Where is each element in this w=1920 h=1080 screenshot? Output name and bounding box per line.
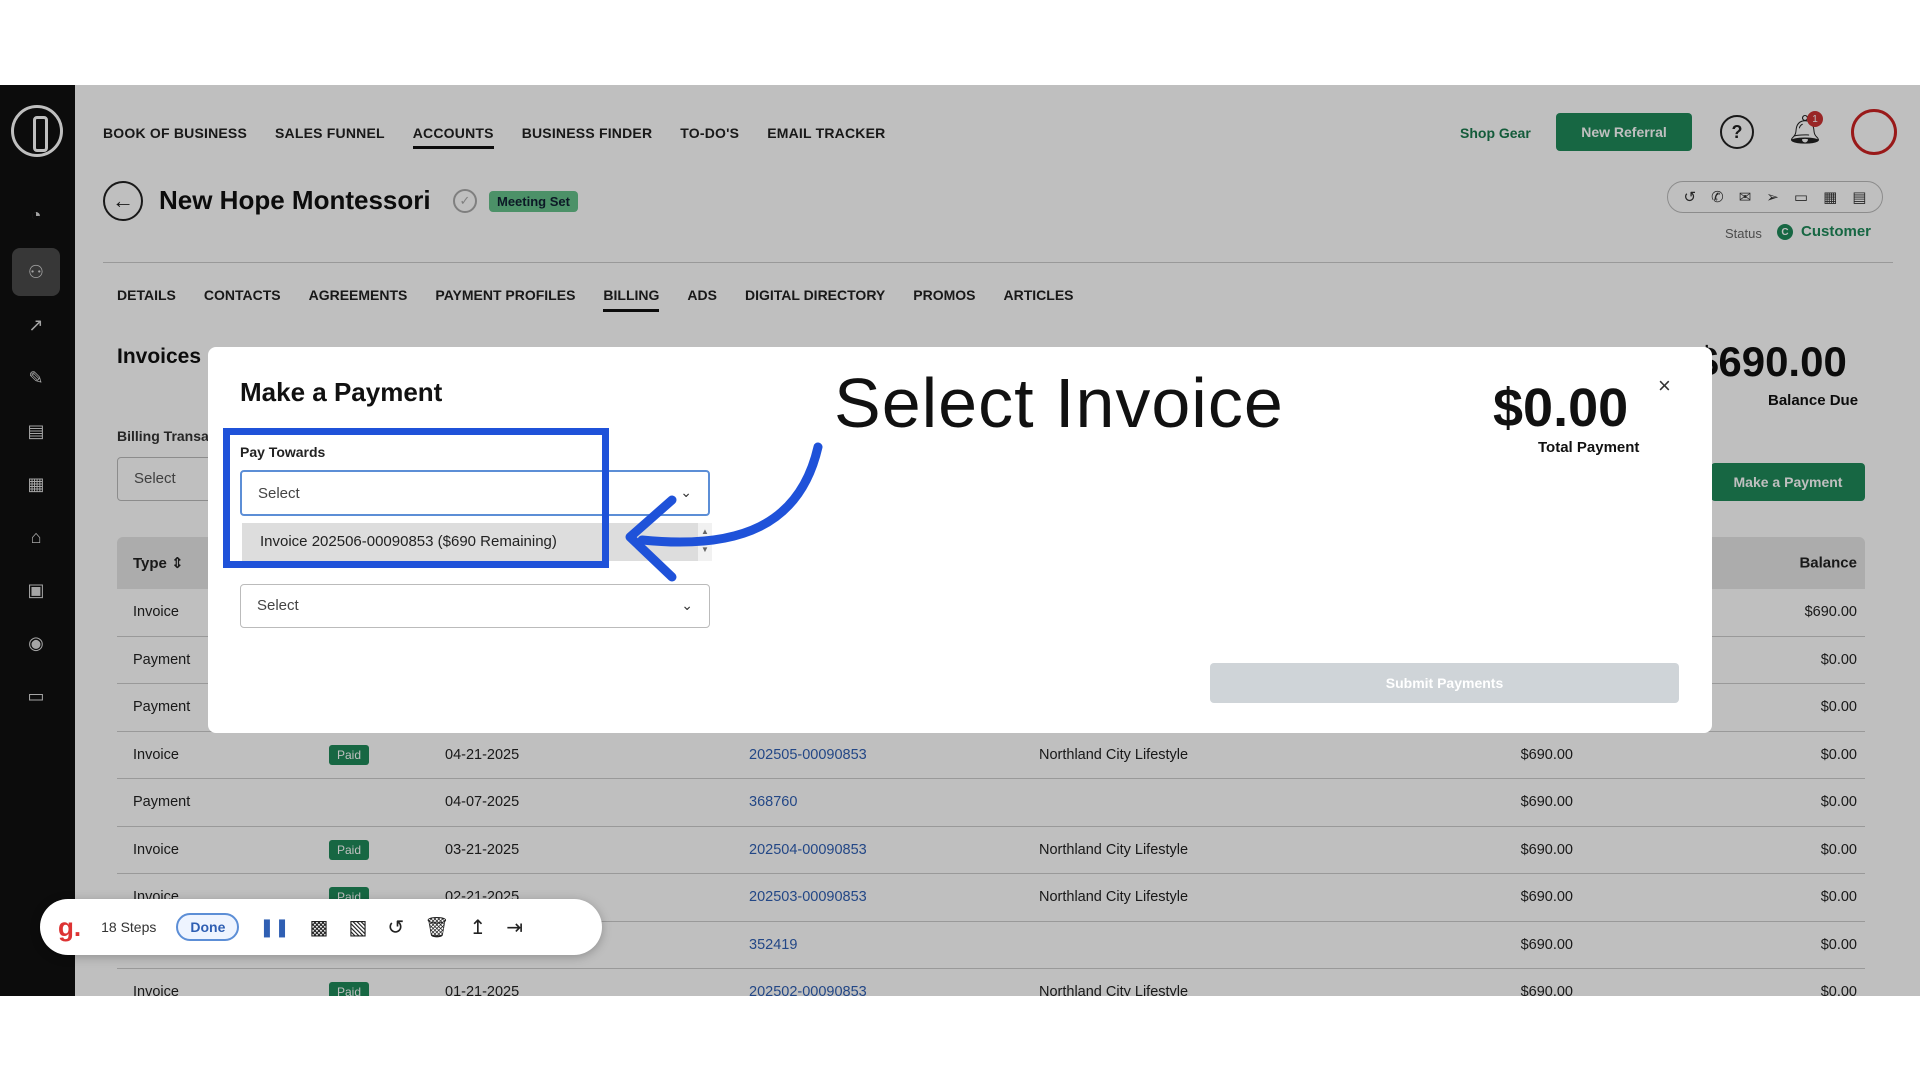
payment-method-select[interactable]: Select ⌄: [240, 584, 710, 628]
skip-end-icon[interactable]: ⇥: [506, 915, 523, 940]
pause-icon[interactable]: ❚❚: [259, 917, 289, 938]
pay-towards-select[interactable]: Select ⌄: [240, 470, 710, 516]
total-payment-label: Total Payment: [1538, 439, 1640, 456]
make-payment-modal: Make a Payment $0.00 Total Payment × Pay…: [208, 347, 1712, 733]
dropdown-scrollbar[interactable]: ▲ ▼: [698, 523, 712, 561]
undo-icon[interactable]: ↺: [387, 915, 404, 940]
submit-payments-button[interactable]: Submit Payments: [1210, 663, 1679, 703]
total-payment-amount: $0.00: [1493, 378, 1629, 438]
modal-title: Make a Payment: [240, 377, 443, 407]
pay-towards-label: Pay Towards: [240, 444, 326, 460]
chevron-down-icon: ⌄: [680, 484, 692, 500]
steps-count: 18 Steps: [101, 919, 157, 935]
payment-method-value: Select: [257, 597, 299, 614]
trash-icon[interactable]: 🗑︎: [424, 915, 449, 940]
blur-icon[interactable]: ▩: [310, 915, 329, 940]
recorder-logo: g.: [58, 911, 82, 942]
close-icon[interactable]: ×: [1658, 373, 1671, 399]
recorder-toolbar: g. 18 Steps Done ❚❚ ▩ ▧ ↺ 🗑︎ ↥ ⇥: [40, 899, 602, 955]
app-screen: ◔ ⚇ ↗ ✎ ▤ ▦ ⌂ ▣ ◉ ▭ BOOK OF BUSINESS SAL…: [0, 85, 1920, 996]
invoice-option[interactable]: Invoice 202506-00090853 ($690 Remaining): [242, 523, 698, 561]
pay-towards-value: Select: [258, 485, 300, 502]
done-button[interactable]: Done: [176, 913, 240, 941]
image-icon[interactable]: ▧: [348, 915, 367, 940]
upload-icon[interactable]: ↥: [470, 915, 487, 940]
chevron-down-icon: ⌄: [681, 597, 693, 613]
